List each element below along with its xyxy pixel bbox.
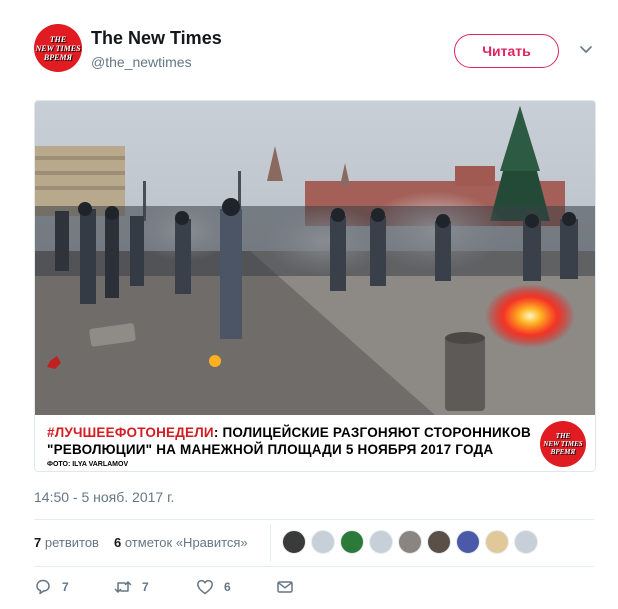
direct-message-button[interactable] [276, 578, 304, 596]
caption-logo-text: THE NEW TIMES ВРЕМЯ [543, 432, 583, 456]
divider [34, 566, 594, 567]
envelope-icon [277, 581, 293, 593]
reply-button[interactable]: 7 [34, 578, 69, 596]
retweet-icon [114, 581, 132, 593]
heart-icon [197, 579, 213, 595]
tweet-timestamp[interactable]: 14:50 - 5 нояб. 2017 г. [34, 489, 174, 505]
caption-logo: THE NEW TIMES ВРЕМЯ [540, 421, 586, 467]
retweet-button[interactable]: 7 [114, 578, 149, 596]
caption-line-1: #ЛУЧШЕЕФОТОНЕДЕЛИ: ПОЛИЦЕЙСКИЕ РАЗГОНЯЮТ… [47, 425, 531, 440]
retweets-stat[interactable]: 7 ретвитов [34, 535, 99, 550]
retweet-count: 7 [142, 580, 149, 594]
avatar-logo: THE NEW TIMES ВРЕМЯ [35, 34, 81, 62]
caption-line-2: "РЕВОЛЮЦИИ" НА МАНЕЖНОЙ ПЛОЩАДИ 5 НОЯБРЯ… [47, 442, 494, 457]
liker-avatar[interactable] [398, 530, 422, 554]
reply-count: 7 [62, 580, 69, 594]
tweet-actions: 7 7 6 [34, 578, 594, 602]
liker-avatar[interactable] [311, 530, 335, 554]
caption-hashtag[interactable]: #ЛУЧШЕЕФОТОНЕДЕЛИ [47, 425, 214, 440]
media-caption: #ЛУЧШЕЕФОТОНЕДЕЛИ: ПОЛИЦЕЙСКИЕ РАЗГОНЯЮТ… [35, 415, 595, 471]
photo-credit: ФОТО: ILYA VARLAMOV [47, 461, 129, 468]
account-name[interactable]: The New Times [91, 28, 222, 49]
liker-avatar[interactable] [485, 530, 509, 554]
liker-avatar[interactable] [282, 530, 306, 554]
likes-stat[interactable]: 6 отметок «Нравится» [114, 535, 248, 550]
reply-icon [36, 579, 50, 595]
liker-avatar[interactable] [514, 530, 538, 554]
like-count: 6 [224, 580, 231, 594]
liker-avatar[interactable] [340, 530, 364, 554]
liker-avatar[interactable] [369, 530, 393, 554]
media-photo[interactable] [35, 101, 596, 415]
account-handle[interactable]: @the_newtimes [91, 54, 192, 70]
caption-line-1-text: : ПОЛИЦЕЙСКИЕ РАЗГОНЯЮТ СТОРОННИКОВ [213, 425, 532, 440]
account-avatar[interactable]: THE NEW TIMES ВРЕМЯ [34, 24, 82, 72]
tweet-media[interactable]: #ЛУЧШЕЕФОТОНЕДЕЛИ: ПОЛИЦЕЙСКИЕ РАЗГОНЯЮТ… [34, 100, 596, 472]
liker-avatar[interactable] [456, 530, 480, 554]
like-button[interactable]: 6 [196, 578, 231, 596]
tweet-header: THE NEW TIMES ВРЕМЯ The New Times @the_n… [34, 24, 594, 74]
tweet-stats: 7 ретвитов 6 отметок «Нравится» [34, 520, 594, 566]
follow-button[interactable]: Читать [454, 34, 559, 68]
likers-avatars [282, 530, 543, 554]
liker-avatar[interactable] [427, 530, 451, 554]
chevron-down-icon[interactable] [579, 42, 593, 56]
stats-divider [270, 524, 271, 562]
